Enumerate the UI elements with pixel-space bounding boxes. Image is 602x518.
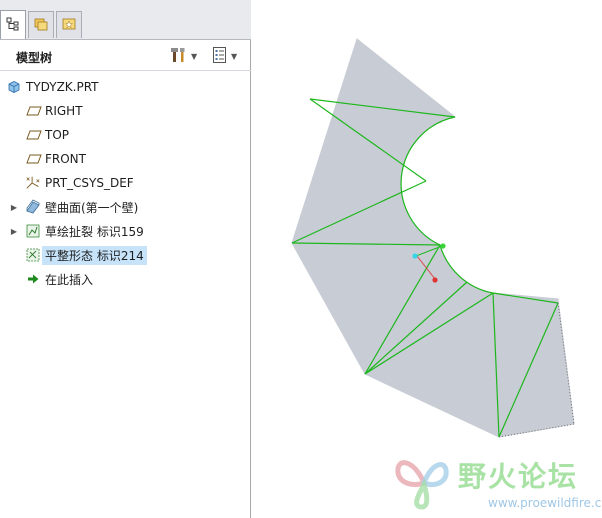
tree-item-label: TYDYZK.PRT — [26, 80, 99, 94]
show-dropdown-button[interactable]: ▼ — [212, 45, 237, 67]
tree-item-label: TOP — [45, 128, 70, 142]
coordinate-system-icon — [25, 175, 41, 191]
show-options-icon — [212, 46, 228, 67]
tab-model-tree[interactable] — [0, 10, 26, 39]
tree-item-label: 壁曲面(第一个壁) — [45, 200, 139, 215]
datum-plane-icon — [26, 151, 42, 167]
tab-folder-browser[interactable] — [28, 11, 54, 38]
tree-item-label: 平整形态 标识214 — [42, 245, 147, 265]
tree-item-wall[interactable]: ▶ 壁曲面(第一个壁) — [0, 196, 250, 218]
panel-title: 模型树 — [16, 51, 53, 65]
model-tree-panel: 模型树 ▼ ▼ TYDYZK.PRT RIGHT TOP FRONT PRT_C… — [0, 0, 251, 518]
favorites-icon — [61, 16, 77, 35]
tree-item-label: 在此插入 — [45, 272, 94, 287]
expand-arrow-icon[interactable]: ▶ — [9, 203, 19, 212]
tree-item-top-plane[interactable]: TOP — [0, 124, 250, 146]
chevron-down-icon: ▼ — [231, 51, 238, 61]
tab-favorites[interactable] — [56, 11, 82, 38]
tree-item-sketched-rip[interactable]: ▶ 草绘扯裂 标识159 — [0, 220, 250, 242]
flat-state-icon — [25, 247, 41, 263]
sheetmetal-wall-icon — [25, 199, 41, 215]
tree-item-label: PRT_CSYS_DEF — [45, 176, 134, 190]
chevron-down-icon: ▼ — [191, 51, 198, 61]
datum-plane-icon — [26, 103, 42, 119]
navigator-tab-bar — [0, 0, 251, 40]
tree-item-label: FRONT — [45, 152, 86, 166]
settings-dropdown-button[interactable]: ▼ — [170, 45, 197, 67]
expand-arrow-icon[interactable]: ▶ — [9, 227, 19, 236]
tree-item-label: 草绘扯裂 标识159 — [45, 224, 144, 239]
flat-pattern-model[interactable] — [252, 0, 602, 518]
watermark-title: 野火论坛 — [458, 460, 579, 493]
tree-item-part[interactable]: TYDYZK.PRT — [0, 76, 250, 98]
watermark-url: www.proewildfire.cn — [488, 496, 602, 510]
tree-item-insert-here[interactable]: 在此插入 — [0, 268, 250, 290]
panel-header: 模型树 ▼ ▼ — [0, 41, 251, 71]
model-tree-icon — [6, 17, 20, 34]
datum-plane-icon — [26, 127, 42, 143]
tree-item-front-plane[interactable]: FRONT — [0, 148, 250, 170]
part-icon — [6, 79, 22, 95]
settings-tools-icon — [170, 46, 188, 67]
tree-item-label: RIGHT — [45, 104, 83, 118]
flat-pattern-surface — [291, 38, 575, 438]
insert-here-arrow-icon — [25, 271, 41, 287]
forum-watermark: 野火论坛 www.proewildfire.cn — [390, 447, 602, 518]
tree-item-right-plane[interactable]: RIGHT — [0, 100, 250, 122]
folder-browser-icon — [33, 16, 49, 35]
tree-item-flat-state[interactable]: 平整形态 标识214 — [0, 244, 250, 266]
butterfly-logo-icon — [392, 449, 456, 516]
tree-item-csys[interactable]: PRT_CSYS_DEF — [0, 172, 250, 194]
graphics-viewport[interactable] — [252, 0, 602, 518]
sketched-rip-icon — [25, 223, 41, 239]
